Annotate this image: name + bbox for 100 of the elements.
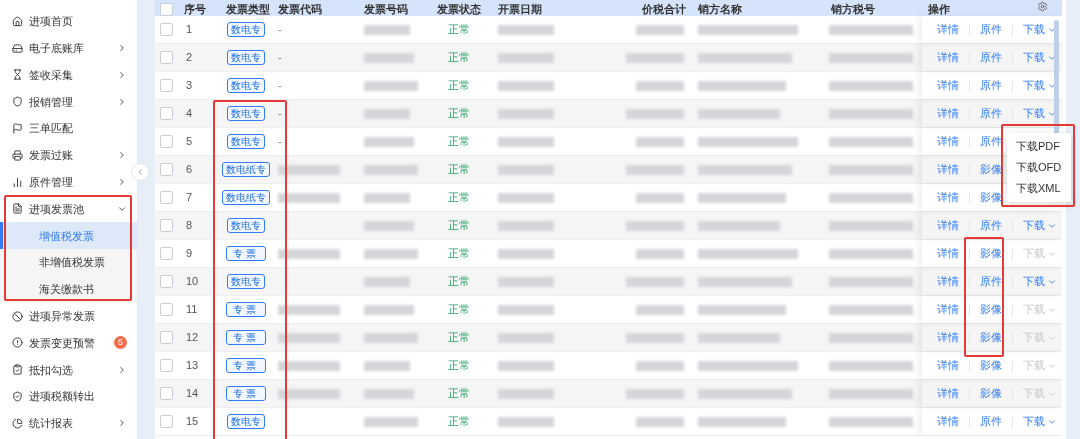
table-cell: -	[278, 23, 282, 36]
checkbox[interactable]	[160, 387, 173, 400]
file-link[interactable]: 原件	[980, 217, 1002, 234]
detail-link[interactable]: 详情	[937, 133, 959, 150]
file-link[interactable]: 原件	[980, 21, 1002, 38]
detail-link[interactable]: 详情	[937, 301, 959, 318]
count-badge: 5	[114, 336, 127, 350]
checkbox[interactable]	[160, 303, 173, 316]
menu-item[interactable]: 下载XML	[1007, 178, 1071, 199]
invoice-type-tag: 数电专	[227, 218, 265, 233]
invoice-type-tag: 数电纸专	[222, 190, 270, 205]
sidebar-item[interactable]: 进项税额转出	[0, 383, 137, 410]
detail-link[interactable]: 详情	[937, 385, 959, 402]
column-settings-button[interactable]	[1036, 0, 1048, 12]
sidebar-item[interactable]: 发票过账	[0, 142, 137, 169]
status-text: 正常	[447, 247, 470, 260]
detail-link[interactable]: 详情	[937, 105, 959, 122]
sidebar-item[interactable]: 进项发票池	[0, 195, 137, 223]
detail-link[interactable]: 详情	[937, 357, 959, 374]
status-text: 正常	[447, 191, 470, 204]
settings-icon	[1036, 0, 1048, 12]
file-link[interactable]: 影像	[980, 245, 1002, 262]
file-link[interactable]: 原件	[980, 273, 1002, 290]
detail-link[interactable]: 详情	[937, 21, 959, 38]
invoice-type-tag: 数电专	[227, 78, 265, 93]
invoice-type-tag: 专票	[226, 358, 266, 373]
file-link[interactable]: 原件	[980, 49, 1002, 66]
checkbox[interactable]	[160, 247, 173, 260]
sidebar-item[interactable]: 进项首页	[0, 8, 137, 35]
checkbox[interactable]	[160, 3, 173, 16]
checkbox[interactable]	[160, 415, 173, 428]
column-header: 开票日期	[498, 3, 542, 15]
blurred-text	[498, 192, 554, 203]
status-text: 正常	[447, 135, 470, 148]
detail-link[interactable]: 详情	[937, 189, 959, 206]
file-link[interactable]: 原件	[980, 133, 1002, 150]
detail-link[interactable]: 详情	[937, 49, 959, 66]
download-dropdown[interactable]: 下载	[1023, 413, 1057, 430]
sidebar-item[interactable]: 抵扣勾选	[0, 356, 137, 384]
sidebar-item[interactable]: 原件管理	[0, 168, 137, 196]
sidebar-item[interactable]: 签收采集	[0, 61, 137, 89]
file-link[interactable]: 原件	[980, 105, 1002, 122]
blurred-text	[498, 108, 554, 119]
blurred-text	[364, 80, 418, 91]
status-text: 正常	[447, 331, 470, 344]
menu-item[interactable]: 下载OFD	[1007, 157, 1071, 178]
checkbox[interactable]	[160, 107, 173, 120]
file-link[interactable]: 影像	[980, 385, 1002, 402]
download-dropdown[interactable]: 下载	[1023, 49, 1057, 66]
status-text: 正常	[447, 51, 470, 64]
checkbox[interactable]	[160, 191, 173, 204]
submenu-item[interactable]: 增值税发票	[0, 222, 137, 250]
submenu-item[interactable]: 非增值税发票	[0, 249, 137, 276]
checkbox[interactable]	[160, 51, 173, 64]
detail-link[interactable]: 详情	[937, 161, 959, 178]
blurred-text	[636, 304, 684, 315]
file-link[interactable]: 影像	[980, 301, 1002, 318]
download-dropdown[interactable]: 下载	[1023, 105, 1057, 122]
blurred-text	[498, 388, 554, 399]
download-dropdown[interactable]: 下载	[1023, 217, 1057, 234]
invoice-type-tag: 数电纸专	[222, 162, 270, 177]
detail-link[interactable]: 详情	[937, 77, 959, 94]
submenu-item[interactable]: 海关缴款书	[0, 275, 137, 303]
sidebar-item[interactable]: 报销管理	[0, 88, 137, 116]
file-link[interactable]: 原件	[980, 77, 1002, 94]
checkbox[interactable]	[160, 163, 173, 176]
invoice-type-tag: 专票	[226, 386, 266, 401]
sidebar-item[interactable]: 发票变更预警 5	[0, 329, 137, 357]
download-dropdown[interactable]: 下载	[1023, 77, 1057, 94]
detail-link[interactable]: 详情	[937, 217, 959, 234]
file-link[interactable]: 原件	[980, 413, 1002, 430]
sidebar-item[interactable]: 三单匹配	[0, 115, 137, 142]
sidebar-item[interactable]: 进项异常发票	[0, 302, 137, 330]
file-link[interactable]: 影像	[980, 161, 1002, 178]
file-link[interactable]: 影像	[980, 357, 1002, 374]
detail-link[interactable]: 详情	[937, 329, 959, 346]
checkbox[interactable]	[160, 331, 173, 344]
hourglass-icon	[12, 69, 23, 81]
download-dropdown[interactable]: 下载	[1023, 21, 1057, 38]
blurred-text	[364, 304, 414, 315]
checkbox[interactable]	[160, 219, 173, 232]
bar-chart-icon	[12, 176, 23, 188]
checkbox[interactable]	[160, 275, 173, 288]
sidebar-item[interactable]: 统计报表	[0, 409, 137, 437]
detail-link[interactable]: 详情	[937, 413, 959, 430]
menu-item[interactable]: 下载PDF	[1007, 136, 1071, 157]
file-link[interactable]: 影像	[980, 329, 1002, 346]
blurred-text	[626, 164, 684, 175]
checkbox[interactable]	[160, 359, 173, 372]
blurred-text	[364, 52, 414, 63]
download-dropdown[interactable]: 下载	[1023, 273, 1057, 290]
detail-link[interactable]: 详情	[937, 273, 959, 290]
checkbox[interactable]	[160, 135, 173, 148]
detail-link[interactable]: 详情	[937, 245, 959, 262]
blurred-text	[364, 136, 414, 147]
column-header: 序号	[184, 3, 206, 15]
checkbox[interactable]	[160, 23, 173, 36]
sidebar-item[interactable]: 电子底账库	[0, 34, 137, 62]
file-link[interactable]: 影像	[980, 189, 1002, 206]
checkbox[interactable]	[160, 79, 173, 92]
